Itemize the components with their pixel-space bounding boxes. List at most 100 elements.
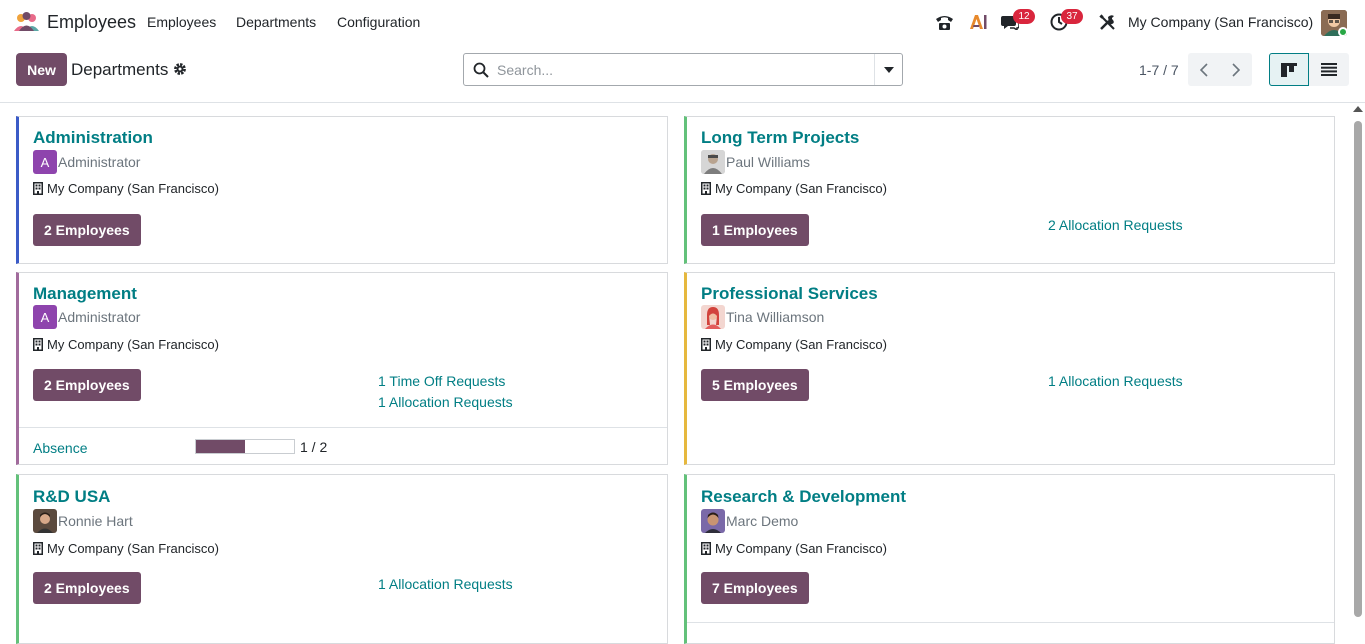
building-icon xyxy=(701,542,711,555)
department-name[interactable]: Professional Services xyxy=(701,284,878,304)
phone-icon[interactable] xyxy=(934,12,954,32)
pager-previous-button[interactable] xyxy=(1188,53,1220,86)
company: My Company (San Francisco) xyxy=(701,337,887,352)
search-icon xyxy=(473,62,489,78)
company-name: My Company (San Francisco) xyxy=(715,541,887,556)
allocation-requests-link[interactable]: 1 Allocation Requests xyxy=(378,394,513,410)
employees-button[interactable]: 2 Employees xyxy=(33,214,141,246)
time-off-requests-link[interactable]: 1 Time Off Requests xyxy=(378,373,505,389)
menu-employees[interactable]: Employees xyxy=(147,14,216,30)
company: My Company (San Francisco) xyxy=(33,541,219,556)
company: My Company (San Francisco) xyxy=(701,181,887,196)
manager-name: Administrator xyxy=(58,154,141,170)
search-input[interactable] xyxy=(497,55,872,84)
user-avatar[interactable] xyxy=(1321,10,1347,36)
allocation-requests-link[interactable]: 1 Allocation Requests xyxy=(378,576,513,592)
search-bar xyxy=(463,53,903,86)
manager-name: Ronnie Hart xyxy=(58,513,133,529)
card-footer-divider xyxy=(687,622,1334,623)
activities-badge: 37 xyxy=(1061,9,1083,24)
scrollbar-thumb[interactable] xyxy=(1354,121,1362,617)
company-name: My Company (San Francisco) xyxy=(715,337,887,352)
manager-avatar xyxy=(701,509,725,533)
kanban-icon xyxy=(1281,62,1297,77)
employees-button[interactable]: 2 Employees xyxy=(33,369,141,401)
department-name[interactable]: Research & Development xyxy=(701,487,906,507)
absence-progress-fill xyxy=(196,440,245,453)
company-name: My Company (San Francisco) xyxy=(47,181,219,196)
manager: A Administrator xyxy=(33,150,140,174)
department-name[interactable]: Long Term Projects xyxy=(701,128,859,148)
list-view-button[interactable] xyxy=(1309,53,1349,86)
chevron-left-icon xyxy=(1200,62,1208,77)
company-switcher[interactable]: My Company (San Francisco) xyxy=(1128,14,1313,30)
manager: Marc Demo xyxy=(701,509,798,533)
scroll-up-arrow-icon[interactable] xyxy=(1353,106,1363,112)
new-button[interactable]: New xyxy=(16,53,67,86)
manager-name: Tina Williamson xyxy=(726,309,825,325)
pager-next-button[interactable] xyxy=(1220,53,1252,86)
manager-avatar: A xyxy=(33,150,57,174)
manager-avatar xyxy=(33,509,57,533)
pager-value[interactable]: 1-7 / 7 xyxy=(1139,62,1179,78)
employees-button[interactable]: 7 Employees xyxy=(701,572,809,604)
manager-name: Paul Williams xyxy=(726,154,811,170)
department-name[interactable]: Management xyxy=(33,284,137,304)
department-card[interactable]: R&D USA Ronnie Hart My Company (San Fran… xyxy=(16,474,668,644)
company-name: My Company (San Francisco) xyxy=(715,181,887,196)
ai-icon[interactable] xyxy=(968,12,988,32)
top-navbar: Employees Employees Departments Configur… xyxy=(0,0,1365,45)
messages-badge: 12 xyxy=(1013,9,1035,24)
department-card[interactable]: Administration A Administrator My Compan… xyxy=(16,116,668,264)
allocation-requests-link[interactable]: 1 Allocation Requests xyxy=(1048,373,1183,389)
company: My Company (San Francisco) xyxy=(33,181,219,196)
building-icon xyxy=(33,542,43,555)
chevron-right-icon xyxy=(1232,62,1240,77)
online-status-icon xyxy=(1338,27,1347,36)
manager-name: Marc Demo xyxy=(726,513,799,529)
manager-name: Administrator xyxy=(58,309,141,325)
search-options-toggle[interactable] xyxy=(874,54,902,85)
company: My Company (San Francisco) xyxy=(701,541,887,556)
department-card[interactable]: Research & Development Marc Demo My Comp… xyxy=(684,474,1335,644)
kanban-view-button[interactable] xyxy=(1269,53,1309,86)
list-icon xyxy=(1321,63,1337,76)
caret-down-icon xyxy=(883,66,894,73)
employees-button[interactable]: 2 Employees xyxy=(33,572,141,604)
department-card[interactable]: Professional Services Tina Williamson My… xyxy=(684,272,1335,465)
company: My Company (San Francisco) xyxy=(33,337,219,352)
menu-configuration[interactable]: Configuration xyxy=(337,14,420,30)
card-footer-divider xyxy=(19,427,667,428)
manager-avatar xyxy=(701,150,725,174)
manager: A Administrator xyxy=(33,305,140,329)
app-name[interactable]: Employees xyxy=(47,12,136,33)
absence-progress-bar xyxy=(195,439,295,454)
department-name[interactable]: Administration xyxy=(33,128,153,148)
manager: Tina Williamson xyxy=(701,305,824,329)
employees-app-icon[interactable] xyxy=(13,12,40,32)
department-name[interactable]: R&D USA xyxy=(33,487,110,507)
manager: Ronnie Hart xyxy=(33,509,133,533)
building-icon xyxy=(33,182,43,195)
manager: Paul Williams xyxy=(701,150,810,174)
department-card[interactable]: Management A Administrator My Company (S… xyxy=(16,272,668,465)
employees-button[interactable]: 5 Employees xyxy=(701,369,809,401)
employees-button[interactable]: 1 Employees xyxy=(701,214,809,246)
page-title: Departments xyxy=(71,60,169,79)
company-name: My Company (San Francisco) xyxy=(47,541,219,556)
menu-departments[interactable]: Departments xyxy=(236,14,316,30)
absence-link[interactable]: Absence xyxy=(33,440,87,456)
manager-avatar: A xyxy=(33,305,57,329)
building-icon xyxy=(701,182,711,195)
vertical-scrollbar[interactable] xyxy=(1351,103,1365,632)
gear-icon[interactable] xyxy=(173,62,187,76)
debug-tools-icon[interactable] xyxy=(1097,12,1117,32)
building-icon xyxy=(33,338,43,351)
company-name: My Company (San Francisco) xyxy=(47,337,219,352)
kanban-board: Administration A Administrator My Compan… xyxy=(0,103,1351,644)
allocation-requests-link[interactable]: 2 Allocation Requests xyxy=(1048,217,1183,233)
absence-value: 1 / 2 xyxy=(300,439,328,455)
building-icon xyxy=(701,338,711,351)
manager-avatar xyxy=(701,305,725,329)
department-card[interactable]: Long Term Projects Paul Williams My Comp… xyxy=(684,116,1335,264)
